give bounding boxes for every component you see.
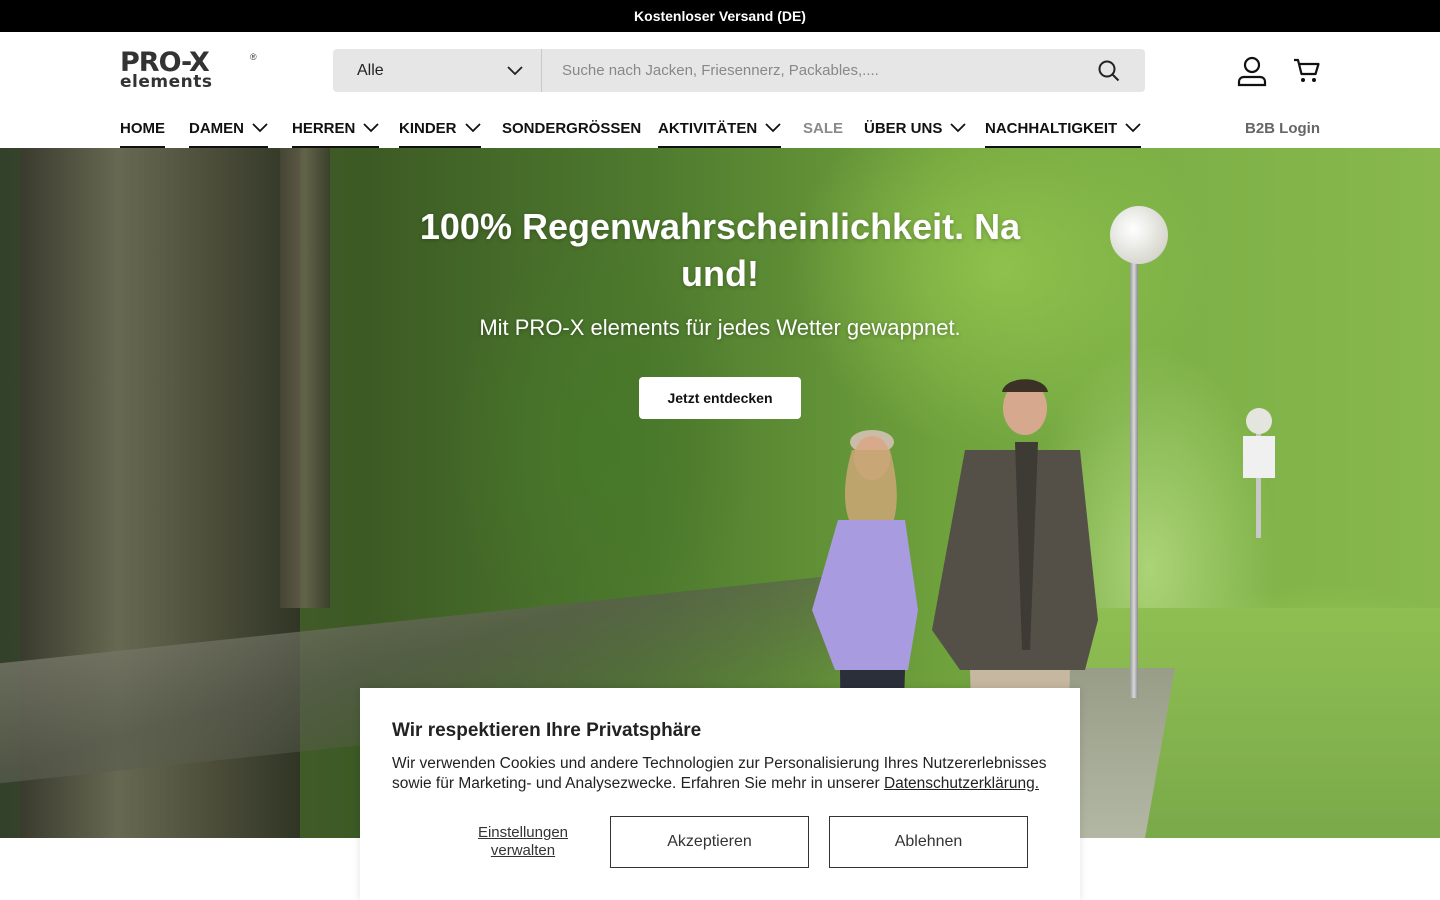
hero-content: 100% Regenwahrscheinlichkeit. Na und! Mi…: [0, 203, 1440, 419]
nav-item-label: AKTIVITÄTEN: [658, 119, 758, 137]
nav-item-label: HOME: [120, 119, 165, 137]
nav-item-sale[interactable]: SALE: [803, 108, 843, 148]
nav-item-nachhaltigkeit[interactable]: NACHHALTIGKEIT: [985, 108, 1142, 148]
nav-item-ueber-uns[interactable]: ÜBER UNS: [864, 108, 966, 148]
nav-item-label: HERREN: [292, 119, 356, 137]
hero-title: 100% Regenwahrscheinlichkeit. Na und!: [419, 206, 1021, 294]
nav-item-sondergroessen[interactable]: SONDERGRÖSSEN: [502, 108, 641, 148]
chevron-down-icon: [363, 123, 379, 133]
nav-item-label: SONDERGRÖSSEN: [502, 119, 642, 137]
chevron-down-icon: [765, 123, 781, 133]
nav-item-herren[interactable]: HERREN: [292, 108, 380, 148]
site-header: PRO-X elements ® Alle: [0, 32, 1440, 108]
account-icon: [1237, 56, 1267, 87]
search-bar: Alle: [333, 49, 1145, 92]
cookie-text-block: Wir verwenden Cookies und andere Technol…: [392, 754, 1048, 794]
logo-line1: PRO-X: [120, 47, 210, 78]
b2b-login-link[interactable]: B2B Login: [1245, 108, 1320, 148]
b2b-login-label: B2B Login: [1245, 119, 1320, 137]
logo[interactable]: PRO-X elements ®: [120, 47, 260, 92]
nav-item-home[interactable]: HOME: [120, 108, 165, 148]
search-category-value: Alle: [357, 61, 384, 79]
nav-item-label: ÜBER UNS: [864, 119, 943, 137]
cart-button[interactable]: [1290, 54, 1324, 88]
search-category-select[interactable]: Alle: [333, 49, 542, 92]
nav-item-label: DAMEN: [189, 119, 244, 137]
privacy-policy-link[interactable]: Datenschutzerklärung.: [884, 775, 1039, 792]
logo-line2: elements: [120, 72, 213, 92]
chevron-down-icon: [252, 123, 268, 133]
announcement-bar: Kostenloser Versand (DE): [0, 0, 1440, 32]
cart-icon: [1294, 58, 1320, 82]
nav-item-kinder[interactable]: KINDER: [399, 108, 481, 148]
search-input[interactable]: [542, 49, 1073, 92]
nav-item-damen[interactable]: DAMEN: [189, 108, 268, 148]
hero-cta-button[interactable]: Jetzt entdecken: [639, 377, 801, 419]
manage-settings-link[interactable]: Einstellungen verwalten: [444, 824, 602, 860]
chevron-down-icon: [507, 65, 523, 75]
nav-item-label: SALE: [803, 119, 844, 137]
logo-registered: ®: [250, 52, 257, 62]
hero-image-sign: [1243, 436, 1275, 478]
decline-button[interactable]: Ablehnen: [829, 816, 1028, 868]
main-navigation: HOME DAMEN HERREN KINDER SONDERGRÖSSEN A…: [0, 108, 1440, 148]
search-button[interactable]: [1073, 49, 1145, 92]
chevron-down-icon: [950, 123, 966, 133]
nav-item-label: KINDER: [399, 119, 457, 137]
cookie-actions: Einstellungen verwalten Akzeptieren Able…: [392, 816, 1048, 868]
nav-item-label: NACHHALTIGKEIT: [985, 119, 1118, 137]
hero-subtitle: Mit PRO-X elements für jedes Wetter gewa…: [479, 315, 961, 340]
account-button[interactable]: [1235, 54, 1269, 88]
search-icon: [1098, 60, 1120, 81]
chevron-down-icon: [1125, 123, 1141, 133]
announcement-text: Kostenloser Versand (DE): [634, 8, 806, 24]
accept-button[interactable]: Akzeptieren: [610, 816, 809, 868]
cookie-banner: Wir respektieren Ihre Privatsphäre Wir v…: [360, 688, 1080, 900]
cookie-title: Wir respektieren Ihre Privatsphäre: [392, 720, 702, 741]
nav-item-aktivitaeten[interactable]: AKTIVITÄTEN: [658, 108, 782, 148]
chevron-down-icon: [464, 123, 481, 133]
